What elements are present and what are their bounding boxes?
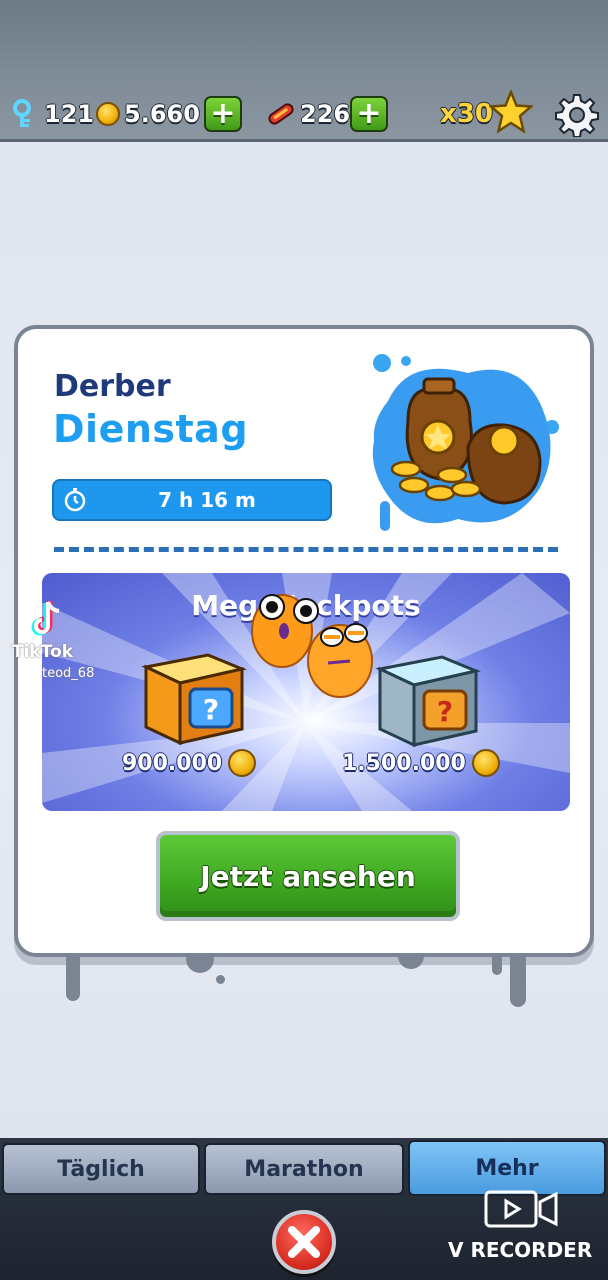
- gear-icon[interactable]: [555, 93, 599, 137]
- tab-label: Marathon: [244, 1156, 364, 1182]
- svg-text:?: ?: [437, 695, 453, 728]
- prize-left-value: 900.000: [122, 750, 223, 776]
- keys-count: 121: [44, 100, 95, 128]
- coin-icon: [471, 749, 500, 777]
- coin-icon: [228, 749, 257, 777]
- tiktok-label: TikTok: [12, 642, 74, 662]
- svg-text:?: ?: [203, 693, 219, 726]
- score-multiplier[interactable]: x30: [440, 90, 533, 134]
- buy-coins-button[interactable]: +: [204, 96, 242, 132]
- hoverboard-icon: [268, 103, 294, 125]
- prize-left: 900.000: [122, 749, 257, 777]
- tiktok-username: teod_68: [42, 666, 95, 681]
- timer-value: 7 h 16 m: [158, 488, 256, 512]
- plus-icon: +: [350, 96, 388, 132]
- event-title-line2: Dienstag: [53, 407, 249, 451]
- character-blobs: [251, 594, 373, 698]
- card-drip: [492, 955, 502, 975]
- recorder-label: V RECORDER: [448, 1238, 593, 1262]
- multiplier-value: x30: [440, 99, 493, 129]
- watch-now-label: Jetzt ansehen: [200, 859, 416, 893]
- hoverboards-counter: 226: [266, 96, 350, 132]
- key-icon: [13, 99, 31, 127]
- hoverboards-count: 226: [300, 100, 351, 128]
- coin-icon: [96, 102, 120, 126]
- top-hud: 121 5.660 + 226 + x30: [0, 0, 608, 142]
- divider-dashes: [54, 547, 558, 552]
- card-drip: [216, 975, 225, 984]
- prize-right: 1.500.000: [342, 749, 500, 777]
- prize-right-value: 1.500.000: [342, 750, 466, 776]
- watch-now-button[interactable]: Jetzt ansehen: [156, 831, 460, 921]
- event-title-line1: Derber: [54, 369, 171, 404]
- video-camera-icon: [484, 1190, 558, 1228]
- card-drip: [398, 955, 424, 969]
- close-button[interactable]: [272, 1210, 336, 1274]
- super-mystery-box-icon: ?: [375, 655, 481, 747]
- keys-counter: 121: [12, 96, 94, 132]
- plus-icon: +: [204, 96, 242, 132]
- coins-counter: 5.660: [96, 96, 200, 132]
- tab-label: Mehr: [475, 1155, 539, 1181]
- tiktok-logo-icon: [31, 601, 60, 636]
- close-icon: [288, 1226, 320, 1258]
- coins-count: 5.660: [124, 100, 200, 128]
- tab-marathon[interactable]: Marathon: [204, 1143, 404, 1195]
- jackpot-panel: Mega Jackpots ? ? 900.000 1.500.000: [42, 573, 570, 811]
- card-drip: [66, 955, 80, 1001]
- buy-hoverboards-button[interactable]: +: [350, 96, 388, 132]
- card-drip: [510, 955, 526, 1007]
- star-icon: [488, 90, 533, 134]
- tiktok-watermark: TikTok teod_68: [12, 598, 112, 688]
- coin-bags-illustration: [372, 354, 559, 531]
- recorder-watermark: V RECORDER: [446, 1186, 596, 1266]
- tab-label: Täglich: [57, 1156, 145, 1182]
- event-timer: 7 h 16 m: [52, 479, 332, 521]
- tab-taeglich[interactable]: Täglich: [2, 1143, 200, 1195]
- card-drip: [186, 955, 214, 973]
